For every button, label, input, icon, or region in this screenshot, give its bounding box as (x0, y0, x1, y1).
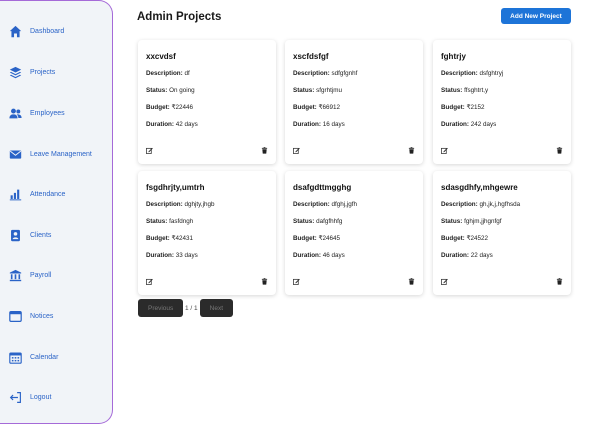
sidebar-item-clients[interactable]: Clients (9, 227, 51, 243)
project-budget: Budget: ₹2152 (441, 104, 485, 111)
project-card: fsgdhrjty,umtrh Description: dghjty,jhgb… (138, 171, 276, 295)
project-status: Status: On going (146, 87, 195, 94)
sidebar-item-label: Calendar (30, 353, 59, 361)
window-icon (9, 310, 22, 322)
trash-icon[interactable] (556, 277, 563, 285)
trash-icon[interactable] (261, 146, 268, 154)
logout-icon (9, 391, 21, 403)
sidebar-item-employees[interactable]: Employees (9, 105, 65, 121)
next-page-button[interactable]: Next (199, 299, 233, 317)
project-duration: Duration: 22 days (441, 252, 493, 259)
calendar-icon (9, 351, 22, 364)
project-name: dsafgdttmgghg (293, 183, 352, 192)
project-budget: Budget: ₹24522 (441, 235, 489, 242)
project-name: xxcvdsf (146, 52, 176, 61)
home-icon (9, 25, 22, 37)
sidebar-item-attendance[interactable]: Attendance (9, 186, 65, 202)
trash-icon[interactable] (408, 146, 415, 154)
sidebar-item-label: Clients (30, 231, 52, 239)
page-title: Admin Projects (137, 11, 222, 23)
sidebar-item-notices[interactable]: Notices (9, 308, 53, 324)
project-card: xscfdsfgf Description: sdfgfgnhf Status:… (285, 40, 423, 164)
pagination: Previous 1 / 1 Next (138, 299, 233, 317)
main-content: Admin Projects Add New Project xxcvdsf D… (137, 0, 602, 426)
id-card-icon (11, 229, 20, 241)
project-duration: Duration: 46 days (293, 252, 345, 259)
project-budget: Budget: ₹24645 (293, 235, 341, 242)
project-description: Description: dsfghtryj (441, 70, 504, 77)
project-duration: Duration: 33 days (146, 252, 198, 259)
sidebar-item-label: Payroll (30, 271, 52, 279)
trash-icon[interactable] (556, 146, 563, 154)
sidebar-item-calendar[interactable]: Calendar (9, 349, 58, 365)
project-card: sdasgdhfy,mhgewre Description: gh,jk,j,h… (433, 171, 571, 295)
sidebar-item-label: Employees (30, 109, 65, 117)
sidebar-item-label: Projects (30, 68, 56, 76)
previous-page-button[interactable]: Previous (138, 299, 183, 317)
bank-icon (9, 269, 22, 281)
edit-icon[interactable] (146, 278, 153, 285)
edit-icon[interactable] (293, 147, 300, 154)
project-description: Description: dfghj,jgfh (293, 201, 358, 208)
envelope-icon (9, 149, 22, 159)
edit-icon[interactable] (293, 278, 300, 285)
project-status: Status: sfgrhtjmu (293, 87, 342, 94)
project-description: Description: df (146, 70, 190, 77)
project-description: Description: sdfgfgnhf (293, 70, 358, 77)
project-duration: Duration: 42 days (146, 121, 198, 128)
project-duration: Duration: 16 days (293, 121, 345, 128)
sidebar-item-projects[interactable]: Projects (9, 64, 55, 80)
project-card: dsafgdttmgghg Description: dfghj,jgfh St… (285, 171, 423, 295)
edit-icon[interactable] (441, 147, 448, 154)
sidebar-item-label: Leave Management (30, 150, 92, 158)
project-status: Status: fghjm,jjhgnfgf (441, 218, 502, 225)
project-name: sdasgdhfy,mhgewre (441, 183, 518, 192)
project-card: xxcvdsf Description: df Status: On going… (138, 40, 276, 164)
project-name: fsgdhrjty,umtrh (146, 183, 205, 192)
trash-icon[interactable] (261, 277, 268, 285)
project-name: xscfdsfgf (293, 52, 329, 61)
sidebar-item-dashboard[interactable]: Dashboard (9, 23, 64, 39)
project-budget: Budget: ₹22446 (146, 104, 194, 111)
sidebar-item-label: Attendance (30, 190, 66, 198)
layers-icon (9, 66, 22, 78)
project-duration: Duration: 242 days (441, 121, 497, 128)
sidebar-item-label: Dashboard (30, 27, 65, 35)
sidebar-item-leave-management[interactable]: Leave Management (9, 146, 92, 162)
project-name: fghtrjy (441, 52, 466, 61)
sidebar-item-logout[interactable]: Logout (9, 389, 51, 405)
sidebar-item-label: Notices (30, 312, 54, 320)
project-description: Description: dghjty,jhgb (146, 201, 215, 208)
sidebar-item-label: Logout (30, 393, 52, 401)
project-status: Status: fasfdngh (146, 218, 194, 225)
project-status: Status: dafgfhhfg (293, 218, 343, 225)
sidebar: Dashboard Projects Employees Leave Manag… (0, 0, 113, 424)
edit-icon[interactable] (441, 278, 448, 285)
users-icon (9, 108, 22, 118)
project-budget: Budget: ₹42431 (146, 235, 194, 242)
project-card: fghtrjy Description: dsfghtryj Status: f… (433, 40, 571, 164)
project-budget: Budget: ₹66912 (293, 104, 341, 111)
project-description: Description: gh,jk,j,hgfhsda (441, 201, 521, 208)
add-new-project-button[interactable]: Add New Project (501, 8, 571, 24)
trash-icon[interactable] (408, 277, 415, 285)
bar-chart-icon (9, 189, 22, 200)
project-status: Status: ffsghtrt,y (441, 87, 489, 94)
page-indicator: 1 / 1 (185, 304, 198, 312)
sidebar-item-payroll[interactable]: Payroll (9, 267, 51, 283)
edit-icon[interactable] (146, 147, 153, 154)
